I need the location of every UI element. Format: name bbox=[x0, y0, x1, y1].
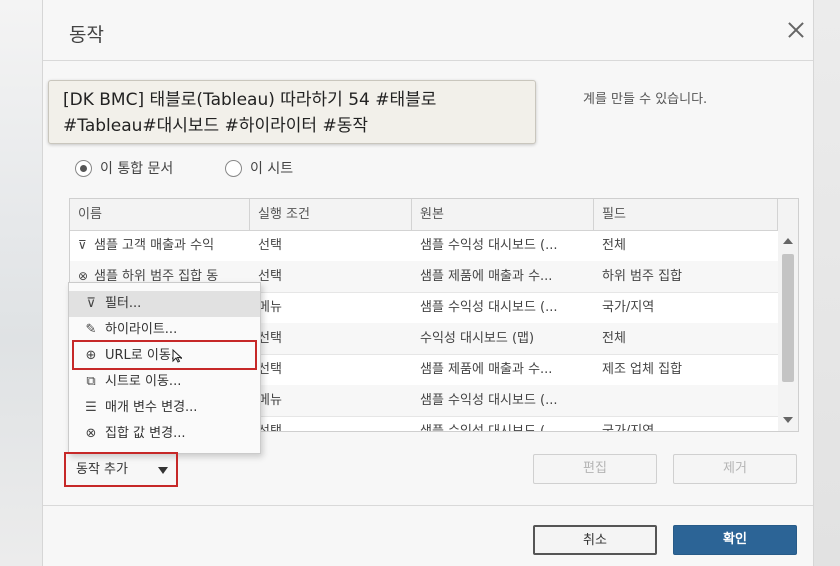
footer-divider bbox=[43, 505, 813, 506]
menu-item-label: 집합 값 변경... bbox=[105, 426, 186, 441]
column-header-field[interactable]: 필드 bbox=[594, 199, 778, 230]
filter-icon: ⊽ bbox=[78, 238, 87, 252]
menu-item-label: 매개 변수 변경... bbox=[105, 400, 198, 415]
scroll-up-icon[interactable] bbox=[783, 238, 793, 244]
row-trigger: 메뉴 bbox=[258, 393, 282, 408]
dialog-title: 동작 bbox=[69, 24, 104, 46]
globe-icon: ⊕ bbox=[85, 348, 97, 363]
cancel-button[interactable]: 취소 bbox=[533, 525, 657, 555]
scroll-thumb[interactable] bbox=[782, 254, 794, 382]
add-action-label: 동작 추가 bbox=[76, 462, 128, 477]
row-field: 국가/지역 bbox=[602, 300, 655, 315]
column-header-name[interactable]: 이름 bbox=[70, 199, 250, 230]
mouse-cursor-icon bbox=[172, 349, 182, 363]
table-row[interactable]: ⊽ 샘플 고객 매출과 수익 선택 샘플 수익성 대시보드 (... 전체 bbox=[70, 230, 778, 262]
add-action-button[interactable]: 동작 추가 bbox=[66, 456, 176, 484]
row-field: 국가/지역 bbox=[602, 424, 655, 432]
row-trigger: 선택 bbox=[258, 331, 282, 346]
description-line-1-tail: 계를 만들 수 있습니다. bbox=[583, 92, 708, 107]
scope-workbook-label: 이 통합 문서 bbox=[100, 161, 174, 177]
menu-item-go-to-sheet[interactable]: ⧉ 시트로 이동... bbox=[69, 369, 260, 395]
column-header-trigger[interactable]: 실행 조건 bbox=[250, 199, 412, 230]
add-action-menu: ⊽ 필터... ✎ 하이라이트... ⊕ URL로 이동... ⧉ 시트로 이동... … bbox=[68, 282, 261, 454]
menu-item-change-parameter[interactable]: ☰ 매개 변수 변경... bbox=[69, 395, 260, 421]
background-left bbox=[0, 0, 42, 566]
menu-item-label: 시트로 이동... bbox=[105, 374, 182, 389]
row-source: 샘플 제품에 매출과 수... bbox=[420, 362, 553, 377]
background-right bbox=[812, 0, 840, 566]
row-source: 수익성 대시보드 (맵) bbox=[420, 331, 535, 346]
menu-item-label: 필터... bbox=[105, 296, 142, 311]
radio-checked-icon bbox=[75, 159, 92, 177]
row-field: 제조 업체 집합 bbox=[602, 362, 683, 377]
tooltip-line-2: #Tableau#대시보드 #하이라이터 #동작 bbox=[63, 116, 368, 136]
row-source: 샘플 수익성 대시보드 (... bbox=[420, 238, 558, 253]
row-trigger: 선택 bbox=[258, 362, 282, 377]
menu-item-go-to-url[interactable]: ⊕ URL로 이동... bbox=[69, 343, 260, 369]
remove-button[interactable]: 제거 bbox=[673, 454, 797, 484]
tooltip-line-1: [DK BMC] 태블로(Tableau) 따라하기 54 #태블로 bbox=[63, 90, 437, 110]
scroll-down-icon[interactable] bbox=[783, 417, 793, 423]
close-icon[interactable] bbox=[783, 18, 809, 44]
video-title-tooltip: [DK BMC] 태블로(Tableau) 따라하기 54 #태블로 #Tabl… bbox=[48, 80, 536, 144]
row-field: 전체 bbox=[602, 238, 626, 253]
row-field bbox=[594, 385, 778, 416]
set-icon: ⊗ bbox=[85, 426, 97, 441]
menu-item-filter[interactable]: ⊽ 필터... bbox=[69, 291, 260, 317]
row-trigger: 선택 bbox=[258, 424, 282, 432]
row-source: 샘플 제품에 매출과 수... bbox=[420, 269, 553, 284]
ok-button[interactable]: 확인 bbox=[673, 525, 797, 555]
row-trigger: 메뉴 bbox=[258, 300, 282, 315]
parameter-icon: ☰ bbox=[85, 400, 97, 415]
radio-unchecked-icon bbox=[225, 159, 242, 177]
row-field: 하위 범주 집합 bbox=[602, 269, 683, 284]
menu-item-change-set-values[interactable]: ⊗ 집합 값 변경... bbox=[69, 421, 260, 447]
column-header-source[interactable]: 원본 bbox=[412, 199, 594, 230]
menu-item-highlight[interactable]: ✎ 하이라이트... bbox=[69, 317, 260, 343]
row-trigger: 선택 bbox=[258, 269, 282, 284]
menu-item-label: 하이라이트... bbox=[105, 322, 178, 337]
highlight-icon: ✎ bbox=[85, 322, 97, 337]
title-divider bbox=[43, 60, 813, 61]
row-name: 샘플 고객 매출과 수익 bbox=[94, 238, 215, 253]
scope-sheet-radio[interactable]: 이 시트 bbox=[225, 158, 293, 178]
go-to-sheet-icon: ⧉ bbox=[86, 374, 96, 389]
dropdown-caret-icon bbox=[158, 467, 168, 474]
edit-button[interactable]: 편집 bbox=[533, 454, 657, 484]
table-scrollbar[interactable] bbox=[778, 230, 798, 431]
row-name-cell: ⊽ 샘플 고객 매출과 수익 bbox=[70, 230, 250, 261]
table-header: 이름 실행 조건 원본 필드 bbox=[70, 199, 798, 231]
row-source: 샘플 수익성 대시보드 (... bbox=[420, 300, 558, 315]
row-source: 샘플 수익성 대시보드 (... bbox=[420, 393, 558, 408]
scope-workbook-radio[interactable]: 이 통합 문서 bbox=[75, 158, 173, 178]
row-source: 샘플 수익성 대시보드 (... bbox=[420, 424, 558, 432]
row-field: 전체 bbox=[602, 331, 626, 346]
row-trigger: 선택 bbox=[258, 238, 282, 253]
filter-icon: ⊽ bbox=[86, 296, 96, 311]
scope-sheet-label: 이 시트 bbox=[250, 161, 294, 177]
